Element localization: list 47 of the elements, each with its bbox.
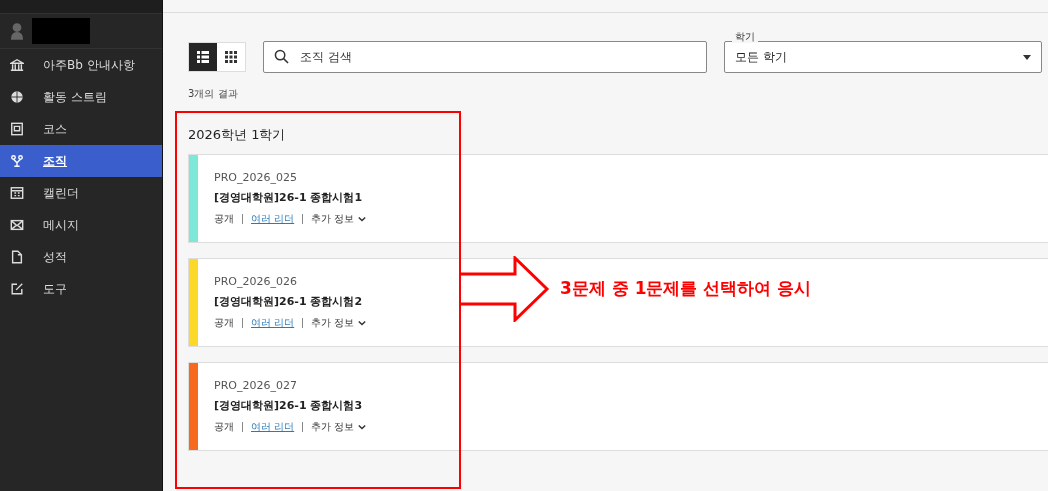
edit-icon: [10, 282, 24, 296]
course-title[interactable]: [경영대학원]26-1 종합시험2: [214, 294, 367, 309]
redacted-name: [32, 18, 90, 44]
chevron-icon: [358, 216, 367, 222]
book-icon: [10, 122, 24, 136]
search-icon: [274, 49, 289, 64]
list-view-button[interactable]: [189, 43, 217, 71]
leader-link[interactable]: 여러 리더: [251, 420, 295, 434]
group-title: 2026학년 1학기: [188, 126, 287, 144]
course-title[interactable]: [경영대학원]26-1 종합시험3: [214, 398, 367, 413]
nav-item[interactable]: 아주Bb 안내사항: [0, 49, 162, 81]
course-id: PRO_2026_026: [214, 275, 298, 288]
nav-item[interactable]: 활동 스트림: [0, 81, 162, 113]
chevron-icon: [358, 424, 367, 430]
chevron-icon: [358, 320, 367, 326]
search-field[interactable]: 조직 검색: [263, 41, 707, 73]
course-title[interactable]: [경영대학원]26-1 종합시험1: [214, 190, 367, 205]
globe-icon: [10, 90, 24, 104]
result-count: 3개의 결과: [188, 87, 239, 101]
more-info-button[interactable]: 추가 정보: [311, 420, 367, 434]
nav-item[interactable]: 메시지: [0, 209, 162, 241]
list-icon: [196, 50, 210, 64]
document-icon: [10, 250, 24, 264]
nav-item[interactable]: 성적: [0, 241, 162, 273]
nav-item[interactable]: 캘린더: [0, 177, 162, 209]
calendar-icon: [10, 186, 24, 200]
bank-icon: [10, 58, 24, 72]
select-label: 학기: [732, 31, 758, 43]
annotation-text: 3문제 중 1문제를 선택하여 응시: [560, 277, 812, 300]
status-text: 공개: [214, 212, 234, 226]
status-text: 공개: [214, 316, 234, 330]
course-id: PRO_2026_025: [214, 171, 298, 184]
leader-link[interactable]: 여러 리더: [251, 212, 295, 226]
caret-icon: [1023, 54, 1031, 60]
people-icon: [10, 154, 24, 168]
more-info-button[interactable]: 추가 정보: [311, 212, 367, 226]
course-id: PRO_2026_027: [214, 379, 298, 392]
leader-link[interactable]: 여러 리더: [251, 316, 295, 330]
avatar-icon: [10, 22, 24, 40]
status-text: 공개: [214, 420, 234, 434]
grid-icon: [224, 50, 238, 64]
nav-item[interactable]: 코스: [0, 113, 162, 145]
nav-item[interactable]: 도구: [0, 273, 162, 305]
nav-item[interactable]: 조직: [0, 145, 162, 177]
mail-icon: [10, 218, 24, 232]
more-info-button[interactable]: 추가 정보: [311, 316, 367, 330]
term-select[interactable]: 모든 학기: [724, 41, 1042, 73]
